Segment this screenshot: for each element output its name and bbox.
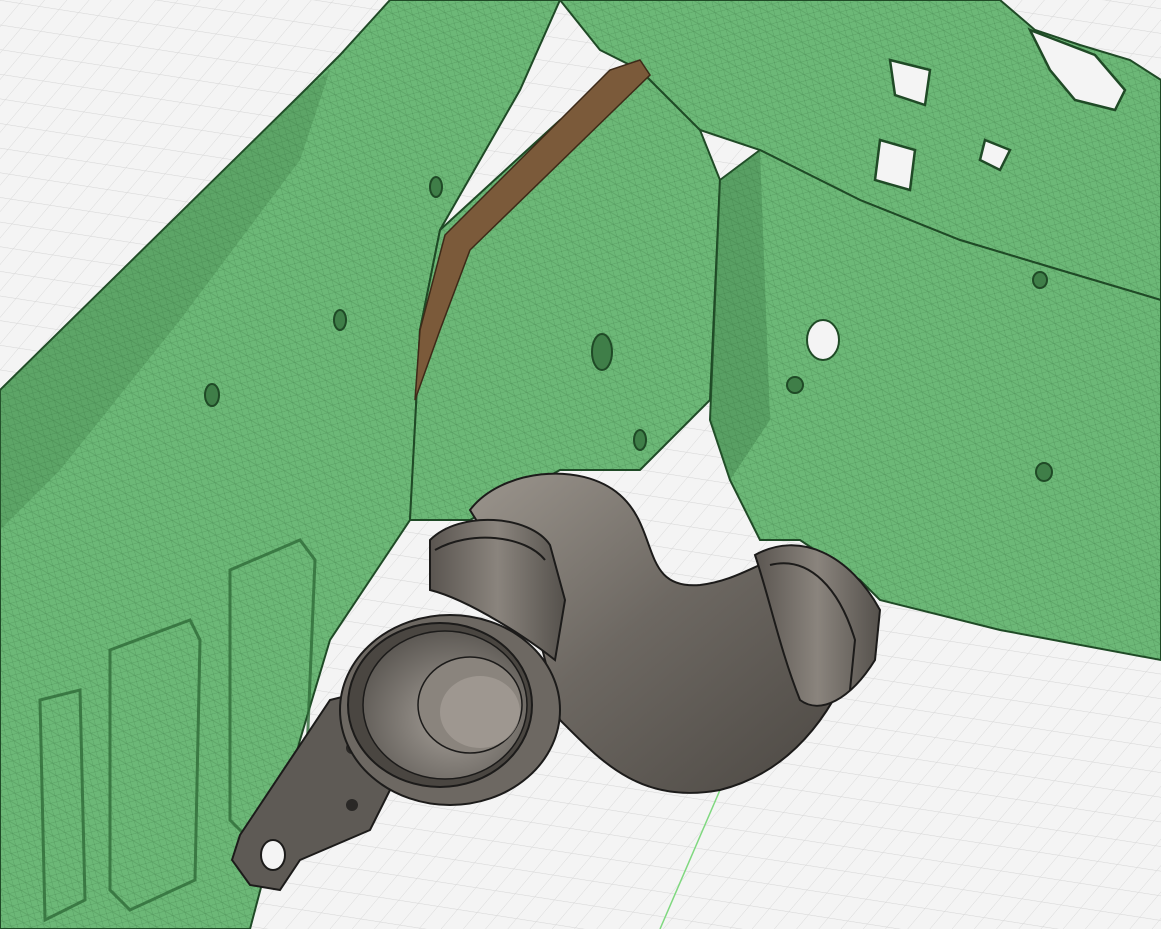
3d-viewport[interactable] <box>0 0 1161 929</box>
bracket-hole <box>260 839 286 871</box>
inlet-highlight <box>440 676 520 748</box>
viewport-canvas[interactable] <box>0 0 1161 929</box>
bolt-hole-icon <box>346 799 358 811</box>
